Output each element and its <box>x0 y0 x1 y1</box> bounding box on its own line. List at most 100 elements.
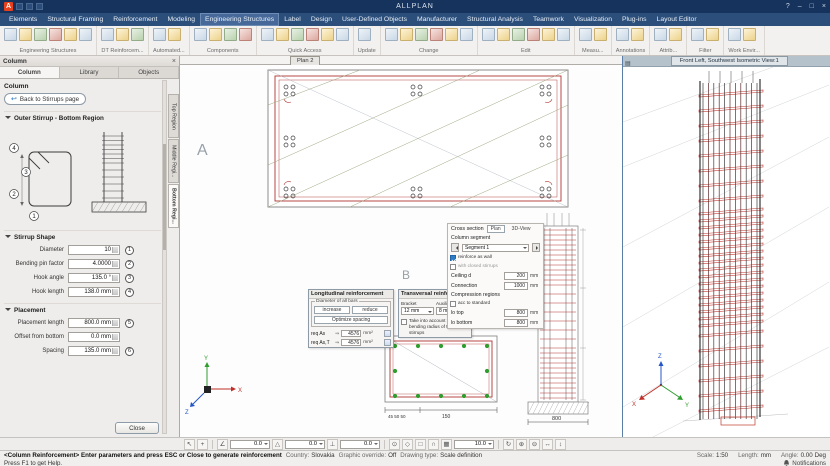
tool-icon[interactable] <box>557 28 570 41</box>
lo-top-input[interactable]: 800 <box>504 309 528 317</box>
bending-pin-factor-input[interactable]: 4.0000 <box>68 259 120 269</box>
bar-list-icon[interactable] <box>384 330 391 337</box>
placement-header[interactable]: Placement <box>4 303 161 314</box>
tool-icon[interactable] <box>194 28 207 41</box>
ribbon-group-label[interactable]: Engineering Structures <box>3 48 93 54</box>
scrollbar-thumb[interactable] <box>163 144 166 250</box>
maximize-icon[interactable]: □ <box>810 3 814 10</box>
tool-icon[interactable] <box>306 28 319 41</box>
center-snap-icon[interactable] <box>389 439 400 450</box>
tool-icon[interactable] <box>445 28 458 41</box>
tool-icon[interactable] <box>631 28 644 41</box>
ribbon-group-label[interactable]: Automated... <box>152 48 186 54</box>
menu-design[interactable]: Design <box>306 13 337 26</box>
minimize-icon[interactable]: – <box>798 3 802 10</box>
tool-icon[interactable] <box>497 28 510 41</box>
tool-icon[interactable] <box>358 28 371 41</box>
notifications-button[interactable]: Notifications <box>783 459 826 466</box>
back-to-stirrups-button[interactable]: Back to Stirrups page <box>4 93 86 105</box>
bar-list-icon[interactable] <box>384 339 391 346</box>
closed-stirrups-checkbox[interactable] <box>450 264 456 270</box>
tab-top-region[interactable]: Top Region <box>168 94 179 138</box>
coord-y-input[interactable]: 0.0 <box>285 440 325 449</box>
menu-teamwork[interactable]: Teamwork <box>528 13 569 26</box>
length-unit-status[interactable]: Length:mm <box>738 452 771 459</box>
tool-icon[interactable] <box>400 28 413 41</box>
tool-icon[interactable] <box>153 28 166 41</box>
tool-icon[interactable] <box>430 28 443 41</box>
quick-access-icon[interactable] <box>36 3 43 10</box>
tool-icon[interactable] <box>239 28 252 41</box>
angle-snap-icon[interactable] <box>217 439 228 450</box>
drawing-canvas[interactable]: Plan 2 <box>180 56 622 437</box>
country-status[interactable]: Country:Slovakia <box>286 452 335 459</box>
menu-engineering-structures[interactable]: Engineering Structures <box>200 13 279 26</box>
pan-h-icon[interactable] <box>542 439 553 450</box>
tool-icon[interactable] <box>209 28 222 41</box>
quick-access-icon[interactable] <box>26 3 33 10</box>
tool-icon[interactable] <box>579 28 592 41</box>
zoom-in-icon[interactable] <box>516 439 527 450</box>
tool-icon[interactable] <box>691 28 704 41</box>
increase-button[interactable]: increase <box>314 306 350 314</box>
tool-icon[interactable] <box>321 28 334 41</box>
close-icon[interactable]: × <box>822 3 826 10</box>
quick-access-icon[interactable] <box>16 3 23 10</box>
menu-visualization[interactable]: Visualization <box>569 13 617 26</box>
tool-icon[interactable] <box>19 28 32 41</box>
tool-icon[interactable] <box>64 28 77 41</box>
tool-icon[interactable] <box>616 28 629 41</box>
tool-icon[interactable] <box>34 28 47 41</box>
tool-icon[interactable] <box>131 28 144 41</box>
ribbon-group-label[interactable]: Components <box>193 48 253 54</box>
snap-radius-input[interactable]: 10.0 <box>454 440 494 449</box>
ceiling-input[interactable]: 200 <box>504 272 528 280</box>
coord-z-input[interactable]: 0.0 <box>340 440 380 449</box>
pointer-icon[interactable] <box>184 439 195 450</box>
arc-icon[interactable] <box>428 439 439 450</box>
menu-layout-editor[interactable]: Layout Editor <box>652 13 702 26</box>
ribbon-group-label[interactable]: DT Reinforcem... <box>100 48 145 54</box>
tool-icon[interactable] <box>224 28 237 41</box>
offset-from-bottom-input[interactable]: 0.0 mm <box>68 332 120 342</box>
tool-icon[interactable] <box>291 28 304 41</box>
tool-icon[interactable] <box>743 28 756 41</box>
angle-status[interactable]: Angle:0.00Deg <box>781 452 826 459</box>
tab-objects[interactable]: Objects <box>119 67 179 78</box>
panel-scrollbar[interactable] <box>162 80 167 434</box>
region-section-header[interactable]: Outer Stirrup - Bottom Region <box>4 111 161 122</box>
optimize-spacing-button[interactable]: Optimize spacing <box>314 316 388 324</box>
tool-icon[interactable] <box>542 28 555 41</box>
scale-status[interactable]: Scale:1:50 <box>697 452 728 459</box>
grid-icon[interactable] <box>441 439 452 450</box>
menu-label[interactable]: Label <box>279 13 306 26</box>
tool-icon[interactable] <box>415 28 428 41</box>
tab-middle-region[interactable]: Middle Regi... <box>168 139 179 183</box>
stirrup-shape-header[interactable]: Stirrup Shape <box>4 230 161 241</box>
zoom-out-icon[interactable] <box>529 439 540 450</box>
tool-icon[interactable] <box>527 28 540 41</box>
ribbon-group-label[interactable]: Work Envir... <box>727 48 761 54</box>
menu-structural-analysis[interactable]: Structural Analysis <box>462 13 528 26</box>
tab-bottom-region[interactable]: Bottom Regi... <box>168 184 179 228</box>
help-icon[interactable]: ? <box>786 3 790 10</box>
tool-icon[interactable] <box>482 28 495 41</box>
menu-structural-framing[interactable]: Structural Framing <box>42 13 108 26</box>
acc-to-standard-checkbox[interactable] <box>450 301 456 307</box>
ribbon-group-label[interactable]: Edit <box>481 48 571 54</box>
ribbon-group-label[interactable]: Attrib... <box>653 48 683 54</box>
tool-icon[interactable] <box>116 28 129 41</box>
tool-icon[interactable] <box>336 28 349 41</box>
menu-elements[interactable]: Elements <box>4 13 42 26</box>
pan-v-icon[interactable] <box>555 439 566 450</box>
bending-radius-checkbox[interactable] <box>401 319 407 325</box>
connection-input[interactable]: 1000 <box>504 282 528 290</box>
ribbon-group-label[interactable]: Filter <box>690 48 720 54</box>
tab-column[interactable]: Column <box>0 67 60 78</box>
tab-plan[interactable]: Plan <box>487 225 505 233</box>
tool-icon[interactable] <box>101 28 114 41</box>
segment-select[interactable]: Segment 1 <box>462 244 529 252</box>
hook-length-input[interactable]: 138.0 mm <box>68 287 120 297</box>
menu-user-defined-objects[interactable]: User-Defined Objects <box>337 13 412 26</box>
ribbon-group-label[interactable]: Quick Access <box>260 48 350 54</box>
